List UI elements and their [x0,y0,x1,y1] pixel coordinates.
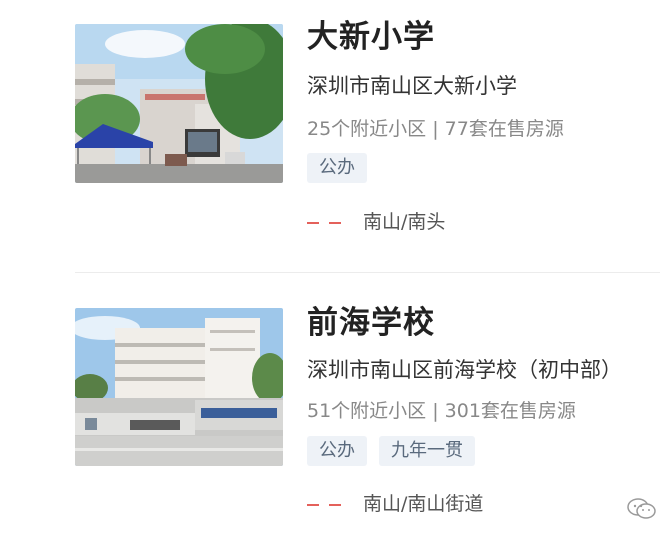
dash-icon [329,221,341,224]
school-card[interactable]: 前海学校 深圳市南山区前海学校（初中部） 51个附近小区 | 301套在售房源 … [0,278,660,556]
divider [75,272,660,273]
tag-list: 公办 九年一贯 [307,436,475,466]
school-tag: 九年一贯 [379,436,475,466]
location-row: 南山/南头 [307,213,445,232]
school-card[interactable]: 大新小学 深圳市南山区大新小学 25个附近小区 | 77套在售房源 公办 南山/… [0,0,660,272]
school-location: 南山/南头 [363,211,446,233]
school-stats: 51个附近小区 | 301套在售房源 [307,400,576,422]
school-address: 深圳市南山区前海学校（初中部） [307,358,622,382]
dash-icon [329,503,341,506]
school-tag: 公办 [307,436,367,466]
school-tag: 公办 [307,153,367,183]
school-name: 前海学校 [307,305,435,341]
school-photo [75,308,283,466]
wechat-logo-icon [627,498,657,520]
location-row: 南山/南山街道 [307,495,483,514]
school-stats: 25个附近小区 | 77套在售房源 [307,118,564,140]
school-name: 大新小学 [307,19,435,55]
dash-icon [307,503,319,506]
dash-icon [307,221,319,224]
tag-list: 公办 [307,153,367,183]
school-address: 深圳市南山区大新小学 [307,74,517,98]
school-location: 南山/南山街道 [363,493,484,515]
school-photo [75,24,283,183]
